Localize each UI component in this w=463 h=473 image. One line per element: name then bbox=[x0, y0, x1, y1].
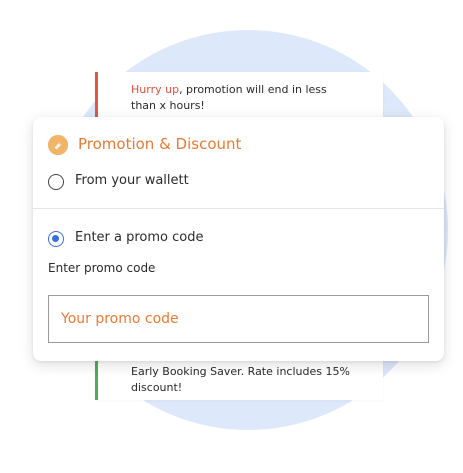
radio-promo-code[interactable] bbox=[48, 231, 64, 247]
panel-title: Promotion & Discount bbox=[78, 135, 242, 153]
radio-wallet[interactable] bbox=[48, 174, 64, 190]
promo-code-input[interactable] bbox=[48, 295, 429, 343]
divider bbox=[33, 208, 444, 209]
promo-field-label: Enter promo code bbox=[48, 261, 156, 275]
urgency-highlight: Hurry up bbox=[131, 83, 180, 96]
promotion-panel: Promotion & Discount From your wallett E… bbox=[33, 117, 444, 361]
option-label-wallet[interactable]: From your wallett bbox=[75, 172, 189, 190]
urgency-notice-text: Hurry up, promotion will end in less tha… bbox=[131, 82, 351, 114]
option-label-promo-code[interactable]: Enter a promo code bbox=[75, 229, 204, 247]
coin-tag-icon bbox=[48, 135, 68, 155]
discount-notice-text: Early Booking Saver. Rate includes 15% d… bbox=[131, 365, 350, 394]
